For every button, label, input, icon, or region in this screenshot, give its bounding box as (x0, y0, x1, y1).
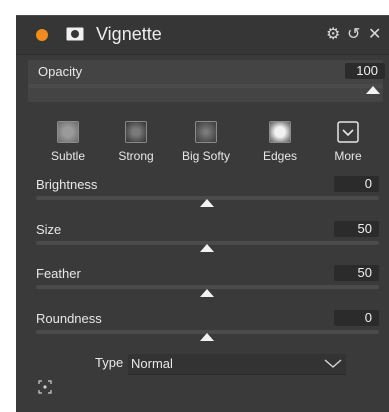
brightness-label: Brightness (36, 177, 98, 192)
opacity-label: Opacity (38, 64, 83, 79)
size-slider-thumb[interactable] (200, 244, 214, 252)
preset-strong-icon (125, 121, 147, 143)
preset-strong[interactable]: Strong (106, 121, 166, 163)
preset-big-softy[interactable]: Big Softy (176, 121, 236, 163)
preset-label: Strong (118, 149, 154, 163)
size-value-field[interactable]: 50 (334, 221, 379, 237)
preset-subtle[interactable]: Subtle (38, 121, 98, 163)
chevron-down-icon (337, 121, 359, 143)
panel-toggle-dot[interactable] (36, 29, 48, 41)
gear-icon[interactable]: ⚙ (326, 25, 340, 45)
type-select-value: Normal (131, 356, 173, 371)
type-label: Type (95, 355, 124, 370)
opacity-value-field[interactable]: 100 (345, 63, 385, 79)
roundness-value-field[interactable]: 0 (334, 310, 379, 326)
feather-value-field[interactable]: 50 (334, 265, 379, 281)
preset-label: Edges (262, 149, 298, 163)
opacity-section: Opacity 100 (28, 60, 385, 102)
preset-label: Subtle (50, 149, 86, 163)
preset-subtle-icon (57, 121, 79, 143)
preset-edges-icon (269, 121, 291, 143)
preset-label: More (334, 149, 362, 163)
preset-edges[interactable]: Edges (250, 121, 310, 163)
mask-icon[interactable] (66, 27, 84, 41)
preset-label: Big Softy (181, 149, 231, 163)
chevron-down-icon (324, 359, 342, 368)
panel-title: Vignette (96, 24, 162, 44)
feather-slider-thumb[interactable] (200, 289, 214, 297)
vignette-panel: Vignette ⚙ ↺ ✕ Opacity 100 Subtle Strong… (16, 15, 389, 412)
panel-header: Vignette ⚙ ↺ ✕ (16, 16, 389, 55)
roundness-label: Roundness (36, 311, 102, 326)
preset-big-softy-icon (195, 121, 217, 143)
close-icon[interactable]: ✕ (368, 25, 381, 45)
brightness-value-field[interactable]: 0 (334, 176, 379, 192)
reset-icon[interactable]: ↺ (347, 25, 360, 45)
size-label: Size (36, 222, 62, 237)
focus-target-icon[interactable] (38, 380, 52, 394)
opacity-slider-track[interactable] (28, 84, 383, 88)
opacity-slider-thumb[interactable] (366, 86, 380, 94)
type-select[interactable]: Normal (128, 354, 346, 375)
feather-label: Feather (36, 266, 81, 281)
preset-more[interactable]: More (318, 121, 378, 163)
roundness-slider-thumb[interactable] (200, 333, 214, 341)
brightness-slider-thumb[interactable] (200, 199, 214, 207)
